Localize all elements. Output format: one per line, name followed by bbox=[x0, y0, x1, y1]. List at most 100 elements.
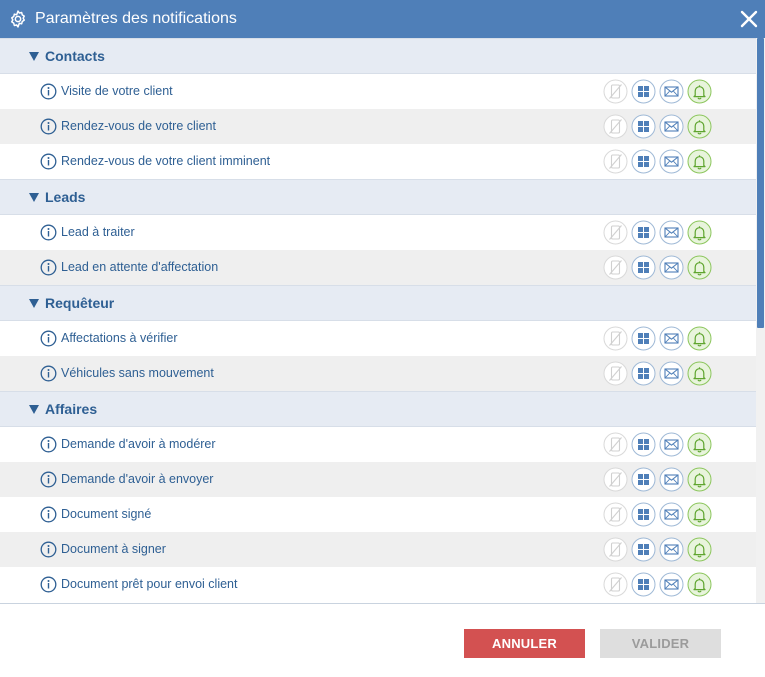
web-channel-button[interactable] bbox=[631, 220, 656, 245]
info-icon[interactable] bbox=[40, 365, 57, 382]
grid-icon bbox=[631, 326, 656, 351]
web-channel-button[interactable] bbox=[631, 326, 656, 351]
notification-label: Rendez-vous de votre client imminent bbox=[61, 154, 271, 168]
bell-channel-button[interactable] bbox=[687, 79, 712, 104]
email-channel-button[interactable] bbox=[659, 537, 684, 562]
mobile-channel-disabled-button[interactable] bbox=[603, 220, 628, 245]
web-channel-button[interactable] bbox=[631, 149, 656, 174]
notification-row: Demande d'avoir à modérer bbox=[0, 427, 756, 462]
notification-row: Lead en attente d'affectation bbox=[0, 250, 756, 285]
validate-button[interactable]: VALIDER bbox=[600, 629, 721, 658]
mobile-channel-disabled-button[interactable] bbox=[603, 572, 628, 597]
section-title: Affaires bbox=[45, 401, 98, 417]
notification-label: Rendez-vous de votre client bbox=[61, 119, 216, 133]
notification-label: Document prêt pour envoi client bbox=[61, 577, 238, 591]
web-channel-button[interactable] bbox=[631, 467, 656, 492]
info-icon[interactable] bbox=[40, 436, 57, 453]
email-channel-button[interactable] bbox=[659, 149, 684, 174]
bell-icon bbox=[687, 220, 712, 245]
mobile-channel-disabled-button[interactable] bbox=[603, 502, 628, 527]
bell-channel-button[interactable] bbox=[687, 361, 712, 386]
mobile-channel-disabled-button[interactable] bbox=[603, 255, 628, 280]
bell-channel-button[interactable] bbox=[687, 537, 712, 562]
mobile-disabled-icon bbox=[603, 537, 628, 562]
section-header-3[interactable]: Affaires bbox=[0, 391, 756, 427]
email-channel-button[interactable] bbox=[659, 572, 684, 597]
mail-icon bbox=[659, 502, 684, 527]
bell-channel-button[interactable] bbox=[687, 326, 712, 351]
web-channel-button[interactable] bbox=[631, 432, 656, 457]
collapse-triangle-icon bbox=[29, 298, 39, 308]
mail-icon bbox=[659, 537, 684, 562]
mobile-channel-disabled-button[interactable] bbox=[603, 149, 628, 174]
email-channel-button[interactable] bbox=[659, 502, 684, 527]
info-icon[interactable] bbox=[40, 83, 57, 100]
bell-channel-button[interactable] bbox=[687, 502, 712, 527]
grid-icon bbox=[631, 502, 656, 527]
mobile-channel-disabled-button[interactable] bbox=[603, 432, 628, 457]
bell-channel-button[interactable] bbox=[687, 149, 712, 174]
notification-label: Affectations à vérifier bbox=[61, 331, 178, 345]
mobile-channel-disabled-button[interactable] bbox=[603, 361, 628, 386]
notification-row: Document à signer bbox=[0, 532, 756, 567]
mobile-channel-disabled-button[interactable] bbox=[603, 79, 628, 104]
email-channel-button[interactable] bbox=[659, 361, 684, 386]
web-channel-button[interactable] bbox=[631, 502, 656, 527]
info-icon[interactable] bbox=[40, 118, 57, 135]
bell-channel-button[interactable] bbox=[687, 220, 712, 245]
info-icon[interactable] bbox=[40, 153, 57, 170]
info-icon[interactable] bbox=[40, 506, 57, 523]
settings-list-container: Contacts Visite de votre client Rendez-vou… bbox=[0, 38, 756, 602]
grid-icon bbox=[631, 537, 656, 562]
info-icon[interactable] bbox=[40, 259, 57, 276]
web-channel-button[interactable] bbox=[631, 114, 656, 139]
web-channel-button[interactable] bbox=[631, 572, 656, 597]
notification-label: Demande d'avoir à envoyer bbox=[61, 472, 214, 486]
grid-icon bbox=[631, 467, 656, 492]
scrollbar[interactable] bbox=[756, 38, 765, 603]
dialog-titlebar: Paramètres des notifications bbox=[0, 0, 765, 38]
bell-icon bbox=[687, 255, 712, 280]
bell-channel-button[interactable] bbox=[687, 255, 712, 280]
mail-icon bbox=[659, 114, 684, 139]
info-icon[interactable] bbox=[40, 576, 57, 593]
bell-channel-button[interactable] bbox=[687, 432, 712, 457]
bell-icon bbox=[687, 114, 712, 139]
scrollbar-thumb[interactable] bbox=[757, 38, 764, 328]
section-header-1[interactable]: Leads bbox=[0, 179, 756, 215]
mobile-channel-disabled-button[interactable] bbox=[603, 114, 628, 139]
bell-channel-button[interactable] bbox=[687, 114, 712, 139]
mobile-channel-disabled-button[interactable] bbox=[603, 537, 628, 562]
bell-channel-button[interactable] bbox=[687, 572, 712, 597]
info-icon[interactable] bbox=[40, 330, 57, 347]
section-header-2[interactable]: Requêteur bbox=[0, 285, 756, 321]
bell-icon bbox=[687, 467, 712, 492]
mobile-disabled-icon bbox=[603, 467, 628, 492]
web-channel-button[interactable] bbox=[631, 361, 656, 386]
cancel-button[interactable]: ANNULER bbox=[464, 629, 585, 658]
web-channel-button[interactable] bbox=[631, 537, 656, 562]
info-icon[interactable] bbox=[40, 471, 57, 488]
email-channel-button[interactable] bbox=[659, 114, 684, 139]
notification-settings-list: Contacts Visite de votre client Rendez-vou… bbox=[0, 38, 765, 604]
web-channel-button[interactable] bbox=[631, 255, 656, 280]
email-channel-button[interactable] bbox=[659, 326, 684, 351]
grid-icon bbox=[631, 220, 656, 245]
info-icon[interactable] bbox=[40, 541, 57, 558]
mail-icon bbox=[659, 432, 684, 457]
section-header-0[interactable]: Contacts bbox=[0, 38, 756, 74]
email-channel-button[interactable] bbox=[659, 79, 684, 104]
notification-row: Lead à traiter bbox=[0, 215, 756, 250]
email-channel-button[interactable] bbox=[659, 467, 684, 492]
web-channel-button[interactable] bbox=[631, 79, 656, 104]
close-icon[interactable] bbox=[739, 9, 759, 29]
collapse-triangle-icon bbox=[29, 192, 39, 202]
email-channel-button[interactable] bbox=[659, 255, 684, 280]
bell-channel-button[interactable] bbox=[687, 467, 712, 492]
mobile-channel-disabled-button[interactable] bbox=[603, 467, 628, 492]
email-channel-button[interactable] bbox=[659, 432, 684, 457]
info-icon[interactable] bbox=[40, 224, 57, 241]
mobile-channel-disabled-button[interactable] bbox=[603, 326, 628, 351]
grid-icon bbox=[631, 572, 656, 597]
email-channel-button[interactable] bbox=[659, 220, 684, 245]
